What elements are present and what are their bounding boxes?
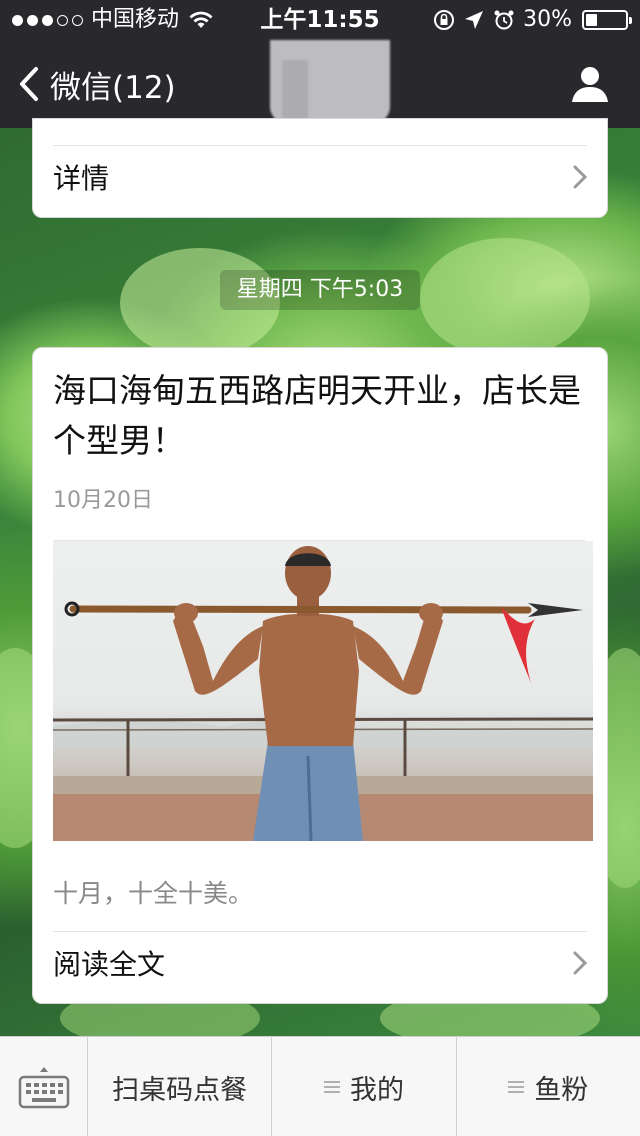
menu-item-scan-table-code[interactable]: 扫桌码点餐	[88, 1037, 273, 1136]
read-more-label: 阅读全文	[53, 948, 166, 981]
previous-message-card: 详情	[32, 118, 608, 218]
back-label: 微信(12)	[50, 69, 176, 106]
article-cover-image[interactable]	[53, 541, 593, 841]
location-icon	[465, 11, 484, 29]
bottom-menu-bar: 扫桌码点餐 我的 鱼粉	[0, 1036, 640, 1136]
menu-item-label: 扫桌码点餐	[112, 1074, 248, 1106]
keyboard-icon	[18, 1067, 69, 1109]
nav-bar: 微信(12)	[0, 40, 640, 136]
back-button[interactable]: 微信(12)	[18, 62, 176, 106]
chevron-right-icon	[573, 165, 587, 189]
alarm-icon	[494, 10, 514, 30]
chevron-right-icon	[573, 951, 587, 975]
menu-item-label: 我的	[349, 1074, 404, 1106]
article-title[interactable]: 海口海甸五西路店明天开业，店长是个型男！	[53, 366, 583, 466]
person-icon[interactable]	[570, 64, 610, 104]
read-more-link[interactable]: 阅读全文	[53, 933, 587, 993]
article-card[interactable]: 海口海甸五西路店明天开业，店长是个型男！ 10月20日 十月，十全十美。 阅读全…	[32, 347, 608, 1004]
status-bar: 中国移动 上午11:55 30%	[0, 0, 640, 40]
menu-item-label: 鱼粉	[534, 1074, 589, 1106]
battery-percent: 30%	[523, 7, 572, 32]
chevron-left-icon	[20, 67, 38, 101]
keyboard-toggle-button[interactable]	[0, 1037, 88, 1136]
submenu-lines-icon	[508, 1081, 525, 1093]
submenu-lines-icon	[323, 1081, 340, 1093]
menu-item-fish-noodles[interactable]: 鱼粉	[457, 1037, 640, 1136]
battery-fill	[586, 14, 597, 26]
battery-icon	[582, 10, 632, 30]
divider	[53, 931, 587, 932]
article-summary: 十月，十全十美。	[53, 879, 254, 908]
message-timestamp: 星期四 下午5:03	[220, 270, 420, 310]
menu-item-mine[interactable]: 我的	[272, 1037, 457, 1136]
details-label: 详情	[53, 162, 110, 195]
rotation-lock-icon	[434, 10, 455, 30]
article-date: 10月20日	[53, 488, 153, 513]
divider	[53, 145, 587, 146]
man-holding-spear-photo	[53, 546, 593, 841]
details-link[interactable]: 详情	[53, 147, 587, 207]
